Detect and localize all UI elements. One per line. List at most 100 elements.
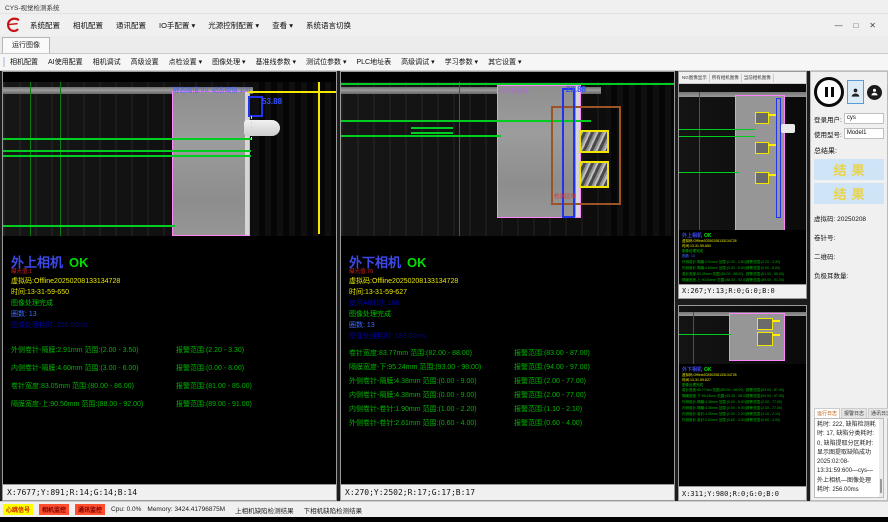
measurement-label: 23.88 <box>566 85 586 94</box>
close-button[interactable]: ✕ <box>869 21 876 30</box>
camera1-measurements-mini: 外侧卷针-隔膜:2.91mm 范围:(2.00 - 3.50) 报警范围:(2.… <box>682 259 806 283</box>
thumbnail1-image[interactable] <box>679 84 806 230</box>
camera2-elapsed: 图像处理耗时: 183.00ms <box>349 331 674 342</box>
measurement-alarm-mini: 报警范围:(89.00 - 91.00) <box>746 278 784 283</box>
menu-item[interactable]: 系统语言切换 <box>306 20 351 31</box>
log-tab-comm[interactable]: 通讯日志 <box>868 408 888 418</box>
thumbnail-tab[interactable]: NG图像显示 <box>680 74 710 82</box>
measure-line <box>3 155 251 157</box>
comm-monitor-badge: 通讯监控 <box>75 504 105 515</box>
toolbar-item[interactable]: 相机调试 <box>93 57 121 67</box>
camera2-panel: 23.88 AI检测区域 检测区域 外下相机OK 曝光值:70 虚拟码:Offl… <box>340 71 675 501</box>
measurement-row: 隔膜宽度-上:90.50mm 范围:(88.00 - 92.00) 报警范围:(… <box>11 395 336 413</box>
menu-bar: 系统配置 相机配置 通讯配置 IO手配置 ▾ 光源控制配置 ▾ 查看 ▾ 系统语言切换 — … <box>0 14 888 36</box>
thumbnail-tabs: NG图像显示所有相机图像当前相机图像 <box>679 72 806 84</box>
measurement-alarm-range: 报警范围:(94.00 - 97.00) <box>514 362 590 372</box>
measurement-alarm-range: 报警范围:(2.20 - 3.30) <box>176 345 244 355</box>
reference-vline <box>60 82 61 236</box>
log-box[interactable]: 耗时: 222, 缺陷检测耗时: 17, 缺陷分类耗时: 0, 缺陷提取分区耗时… <box>814 418 884 498</box>
account-button[interactable] <box>867 85 882 100</box>
defect-box <box>755 172 769 184</box>
baseline-hline <box>248 91 336 93</box>
view-tab-row: 运行图像 <box>0 36 888 54</box>
thumbnail2-pixel-status: X:311;Y:980;R:0;G:0;B:0 <box>679 486 806 500</box>
thumbnail-tab[interactable]: 当前相机图像 <box>742 74 774 82</box>
measurement-value-mini: 卷针宽度:83.05mm 范围:(80.00 - 86.00) <box>682 272 746 277</box>
camera1-barcode: 虚拟码:Offline20250208133134728 <box>11 276 336 287</box>
title-bar: CYS-视觉检测系统 <box>0 0 888 14</box>
measurement-alarm-mini: 报警范围:(83.00 - 87.00) <box>746 388 784 393</box>
thumbnail-tab[interactable]: 所有相机图像 <box>710 74 742 82</box>
virtual-code-row: 虚拟码: 20250208 <box>814 213 884 223</box>
measurement-alarm-mini: 报警范围:(0.60 - 4.00) <box>746 418 780 423</box>
camera1-image-view[interactable]: 53.88 静态阈值:93, 动态阈值:100 <box>3 72 336 236</box>
reel-number-label: 卷针号: <box>814 232 884 242</box>
camera2-pixel-status: X:270;Y:2502;R:17;G:17;B:17 <box>341 484 674 500</box>
model-value[interactable]: Model1 <box>844 128 884 139</box>
user-login-button[interactable] <box>847 80 864 104</box>
toolbar-item[interactable]: 相机配置 <box>10 57 38 67</box>
log-tab-run[interactable]: 运行日志 <box>814 408 840 418</box>
toolbar-item[interactable]: 测试位参数 ▾ <box>306 57 346 67</box>
toolbar-item[interactable]: AI使用配置 <box>48 57 83 67</box>
minimize-button[interactable]: — <box>834 21 842 30</box>
ai-region-label: AI检测区域 <box>499 86 529 95</box>
reference-vline <box>30 82 31 236</box>
toolbar-item[interactable]: PLC地址表 <box>357 57 392 67</box>
tab-run-image[interactable]: 运行图像 <box>2 37 50 53</box>
pause-button[interactable] <box>814 77 844 107</box>
main-area: 53.88 静态阈值:93, 动态阈值:100 外上相机OK 曝光值:1 虚拟码… <box>0 71 888 501</box>
menu-item[interactable]: 光源控制配置 ▾ <box>208 20 259 31</box>
window-controls: — □ ✕ <box>834 21 884 30</box>
qr-code-label: 二维码: <box>814 251 884 261</box>
camera1-elapsed: 图像处理耗时: 256.00ms <box>11 320 336 331</box>
side-panel: 登录用户: cys 使用型号: Model1 总结果: 结果 结果 虚拟码: 2… <box>810 71 888 501</box>
measure-line <box>341 83 674 85</box>
measure-line <box>411 127 453 129</box>
camera2-image-view[interactable]: 23.88 AI检测区域 检测区域 <box>341 72 674 236</box>
camera1-panel: 53.88 静态阈值:93, 动态阈值:100 外上相机OK 曝光值:1 虚拟码… <box>2 71 337 501</box>
toolbar-item[interactable]: 学习参数 ▾ <box>445 57 478 67</box>
maximize-button[interactable]: □ <box>853 21 858 30</box>
measurement-value-mini: 外侧卷针-卷针:2.61mm 范围:(0.60 - 4.00) <box>682 418 746 423</box>
menu-item[interactable]: 系统配置 <box>30 20 60 31</box>
menu-item[interactable]: 通讯配置 <box>116 20 146 31</box>
total-result-label: 总结果: <box>814 146 884 156</box>
upper-camera-defect-link[interactable]: 上相机缺陷检测结果 <box>235 505 294 515</box>
measurement-alarm-range: 报警范围:(81.00 - 85.00) <box>176 381 252 391</box>
measurement-value: 内侧卷针-隔膜:4.60mm 范围:(3.00 - 6.00) <box>11 363 176 373</box>
measurement-alarm-mini: 报警范围:(2.00 - 77.00) <box>746 400 782 405</box>
reference-vline <box>699 92 700 230</box>
measurement-alarm-range: 报警范围:(2.00 - 77.00) <box>514 390 586 400</box>
measurement-alarm-range: 报警范围:(0.00 - 8.00) <box>176 363 244 373</box>
login-user-value[interactable]: cys <box>844 113 884 124</box>
roi-blue-box <box>776 98 781 218</box>
camera1-title: 外上相机 <box>11 255 63 270</box>
menu-item[interactable]: 查看 ▾ <box>272 20 293 31</box>
menu-item[interactable]: 相机配置 <box>73 20 103 31</box>
log-tab-alarm[interactable]: 报警日志 <box>841 408 867 418</box>
thumbnail1-overlay-text: 外上相机OK 虚拟码:Offline20250208133134728 时间:1… <box>679 230 806 284</box>
measurement-value-mini: 内侧卷针-卷针:1.90mm 范围:(1.00 - 2.20) <box>682 412 746 417</box>
toolbar-item[interactable]: 图像处理 ▾ <box>212 57 245 67</box>
camera1-pixel-status: X:7677;Y:891;R:14;G:14;B:14 <box>3 484 336 500</box>
toolbar-item[interactable]: 其它设置 ▾ <box>488 57 521 67</box>
log-scrollbar[interactable] <box>879 419 883 497</box>
toolbar-item[interactable]: 基准线参数 ▾ <box>256 57 296 67</box>
toolbar-item[interactable]: 高级调试 ▾ <box>401 57 434 67</box>
menu-item[interactable]: IO手配置 ▾ <box>159 20 195 31</box>
measurement-value: 卷针宽度:83.77mm 范围:(82.00 - 88.00) <box>349 348 514 358</box>
thumbnail2-image[interactable] <box>679 306 806 364</box>
measure-line <box>3 225 175 227</box>
measure-line <box>679 334 731 335</box>
camera2-barcode: 虚拟码:Offline20250208133134728 <box>349 276 674 287</box>
lower-camera-defect-link[interactable]: 下相机缺陷检测结果 <box>304 505 363 515</box>
threshold-label: 静态阈值:93, 动态阈值:100 <box>173 84 250 94</box>
toolbar-item[interactable]: 高级设置 <box>131 57 159 67</box>
defect-value-mark <box>769 144 776 146</box>
toolbar-item[interactable]: 点检设置 ▾ <box>169 57 202 67</box>
tab-count-label: 负极耳数量: <box>814 270 884 280</box>
defect-box <box>757 332 773 346</box>
control-buttons <box>814 75 884 109</box>
measurement-row: 卷针宽度:83.05mm 范围:(80.00 - 86.00) 报警范围:(81… <box>11 377 336 395</box>
